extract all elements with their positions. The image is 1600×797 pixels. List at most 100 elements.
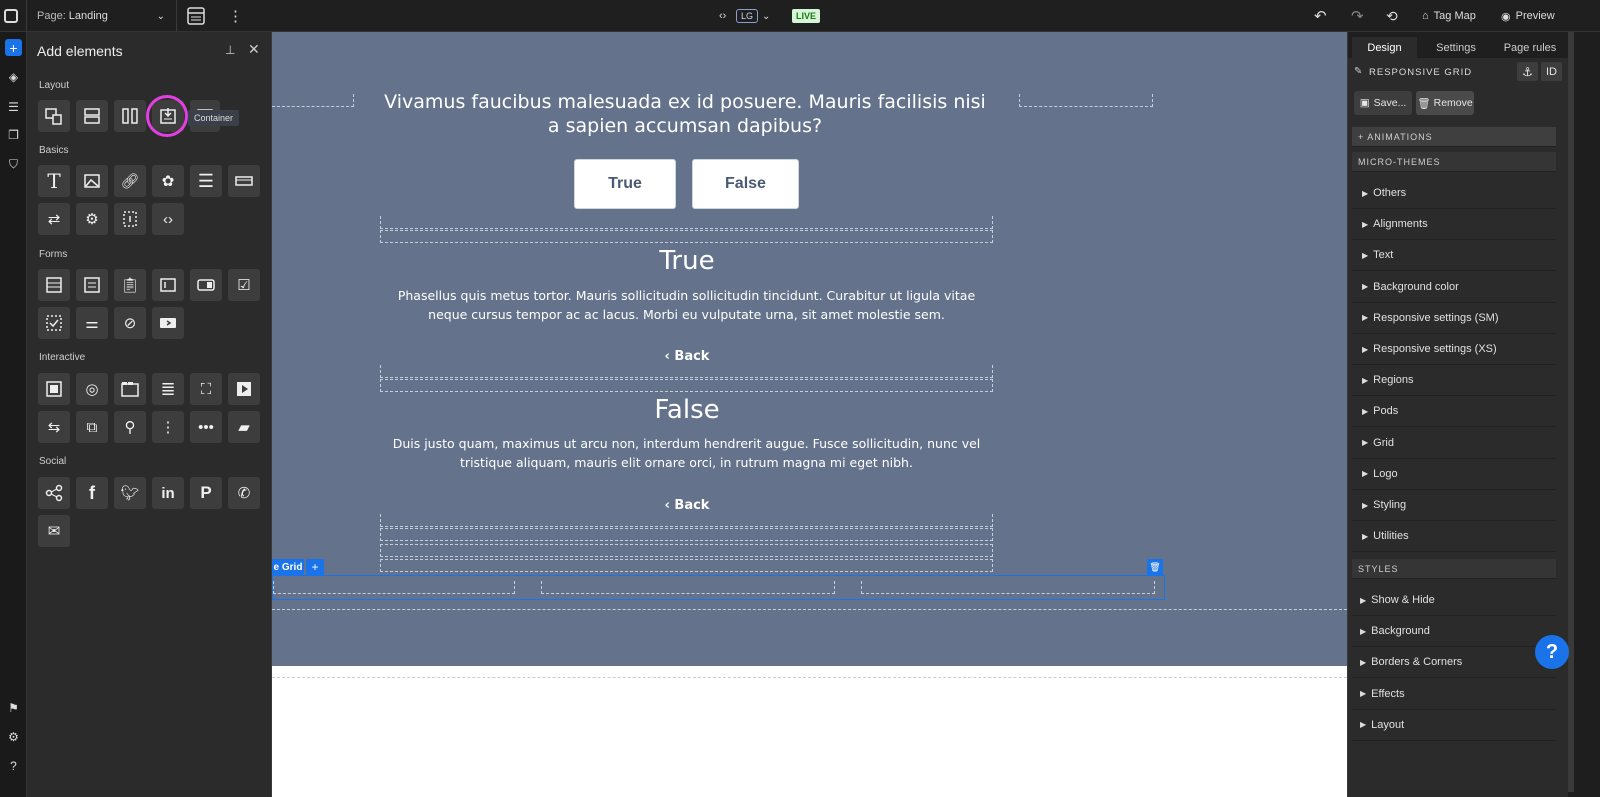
tab-page-rules[interactable]: Page rules bbox=[1494, 37, 1566, 59]
email-icon[interactable]: ✉ bbox=[38, 515, 70, 547]
tag-map-button[interactable]: ⌂ Tag Map bbox=[1422, 0, 1476, 32]
micro-theme-item[interactable]: ▶ Background color bbox=[1352, 272, 1556, 303]
save-button[interactable]: ▣ Save... bbox=[1354, 91, 1412, 115]
checklist-icon[interactable]: ☑ bbox=[228, 269, 260, 301]
style-item[interactable]: ▶ Borders & Corners bbox=[1352, 647, 1556, 679]
layout-icon[interactable] bbox=[187, 0, 205, 32]
micro-theme-item[interactable]: ▶ Grid bbox=[1352, 428, 1556, 459]
code-icon[interactable]: ‹› bbox=[152, 203, 184, 235]
add-grid-button[interactable]: + bbox=[306, 559, 324, 575]
preview-button[interactable]: ◉ Preview bbox=[1501, 0, 1555, 32]
facebook-icon[interactable]: f bbox=[76, 477, 108, 509]
slider-element-icon[interactable]: ⛶ bbox=[190, 373, 222, 405]
divider-icon[interactable] bbox=[228, 165, 260, 197]
micro-theme-item[interactable]: ▶ Logo bbox=[1352, 459, 1556, 490]
history-icon[interactable]: ⟲ bbox=[1386, 0, 1398, 32]
pin-marker-icon[interactable]: ⚲ bbox=[114, 411, 146, 443]
style-item[interactable]: ▶ Background bbox=[1352, 616, 1556, 648]
scrollbar[interactable] bbox=[1568, 32, 1574, 792]
accordion-icon[interactable]: ≣ bbox=[152, 373, 184, 405]
style-item[interactable]: ▶ Layout bbox=[1352, 710, 1556, 741]
pinterest-icon[interactable]: P bbox=[190, 477, 222, 509]
store-icon[interactable]: ⛉ bbox=[5, 156, 22, 173]
back-link-1[interactable]: ‹ Back bbox=[652, 349, 722, 364]
grid-label-tag[interactable]: e Grid bbox=[272, 559, 304, 575]
whatsapp-icon[interactable]: ✆ bbox=[228, 477, 260, 509]
more-vertical-icon[interactable]: ⋮ bbox=[228, 0, 243, 32]
sliders-icon[interactable]: ⚌ bbox=[76, 307, 108, 339]
widget-icon[interactable]: ⚙ bbox=[76, 203, 108, 235]
checkbox-icon[interactable] bbox=[38, 307, 70, 339]
micro-theme-item[interactable]: ▶ Alignments bbox=[1352, 209, 1556, 241]
input-field-icon[interactable] bbox=[152, 269, 184, 301]
style-item[interactable]: ▶ Show & Hide bbox=[1352, 585, 1556, 616]
close-icon[interactable]: ✕ bbox=[248, 41, 260, 58]
animations-header[interactable]: + ANIMATIONS bbox=[1352, 127, 1556, 147]
toggle-field-icon[interactable] bbox=[190, 269, 222, 301]
tabs-icon[interactable] bbox=[114, 373, 146, 405]
swap-icon[interactable]: ⇆ bbox=[38, 411, 70, 443]
sections-icon[interactable]: ☰ bbox=[5, 98, 22, 115]
micro-theme-label: Background color bbox=[1373, 280, 1459, 293]
style-item[interactable]: ▶ Effects bbox=[1352, 679, 1556, 710]
micro-theme-item[interactable]: ▶ Responsive settings (XS) bbox=[1352, 334, 1556, 365]
false-button[interactable]: False bbox=[692, 159, 799, 209]
placeholder-icon[interactable] bbox=[114, 203, 146, 235]
breakpoint-selector[interactable]: LG ⌄ bbox=[736, 0, 770, 32]
true-button[interactable]: True bbox=[574, 159, 676, 209]
micro-theme-item[interactable]: ▶ Styling bbox=[1352, 490, 1556, 521]
hidden-field-icon[interactable]: ⊘ bbox=[114, 307, 146, 339]
share-icon[interactable] bbox=[38, 477, 70, 509]
back-link-2[interactable]: ‹ Back bbox=[652, 498, 722, 513]
stack-icon[interactable]: ▰ bbox=[228, 411, 260, 443]
link-icon[interactable]: 🔗︎ bbox=[114, 165, 146, 197]
id-button[interactable]: ID bbox=[1541, 62, 1562, 81]
embed-icon[interactable]: ⇄ bbox=[38, 203, 70, 235]
add-elements-icon[interactable]: + bbox=[5, 39, 22, 56]
linkedin-icon[interactable]: in bbox=[152, 477, 184, 509]
micro-theme-item[interactable]: ▶ Pods bbox=[1352, 396, 1556, 428]
trash-icon[interactable]: 🗑︎ bbox=[1147, 559, 1163, 575]
layers-icon[interactable]: ◈ bbox=[5, 68, 22, 85]
pin-icon[interactable]: ⊥ bbox=[225, 43, 235, 57]
pages-icon[interactable]: ❐ bbox=[5, 126, 22, 143]
lightbox-icon[interactable] bbox=[38, 373, 70, 405]
micro-theme-item[interactable]: ▶ Regions bbox=[1352, 365, 1556, 397]
micro-theme-item[interactable]: ▶ Responsive settings (SM) bbox=[1352, 303, 1556, 334]
responsive-grid-selected[interactable] bbox=[272, 575, 1165, 600]
icon-element-icon[interactable]: ✿ bbox=[152, 165, 184, 197]
micro-theme-item[interactable]: ▶ Utilities bbox=[1352, 521, 1556, 553]
rows-element[interactable] bbox=[76, 100, 108, 132]
page-selector[interactable]: Page: Landing ⌄ bbox=[37, 0, 167, 32]
submit-button-icon[interactable] bbox=[152, 307, 184, 339]
app-logo[interactable] bbox=[4, 0, 18, 32]
responsive-grid-element[interactable] bbox=[38, 100, 70, 132]
settings-icon[interactable]: ⚙ bbox=[5, 728, 22, 745]
form-fields-icon[interactable] bbox=[76, 269, 108, 301]
twitter-icon[interactable]: 🐦︎ bbox=[114, 477, 146, 509]
text-icon[interactable]: T bbox=[38, 165, 70, 197]
modal-icon[interactable]: ⧉ bbox=[76, 411, 108, 443]
undo-icon[interactable]: ↶ bbox=[1314, 0, 1327, 32]
highlight-ring bbox=[146, 95, 188, 137]
anchor-icon[interactable]: ⚓︎ bbox=[1517, 62, 1538, 81]
tab-settings[interactable]: Settings bbox=[1420, 37, 1492, 59]
clipboard-icon[interactable]: 📋︎ bbox=[114, 269, 146, 301]
redo-icon[interactable]: ↷ bbox=[1351, 0, 1364, 32]
micro-theme-item[interactable]: ▶ Text bbox=[1352, 240, 1556, 272]
columns-element[interactable] bbox=[114, 100, 146, 132]
help-icon[interactable]: ? bbox=[5, 757, 22, 774]
tab-design[interactable]: Design bbox=[1352, 37, 1417, 59]
video-icon[interactable] bbox=[228, 373, 260, 405]
code-icon[interactable]: ‹› bbox=[719, 0, 726, 32]
image-icon[interactable] bbox=[76, 165, 108, 197]
flag-icon[interactable]: ⚑ bbox=[5, 699, 22, 716]
vertical-dots-icon[interactable]: ⋮ bbox=[152, 411, 184, 443]
list-icon[interactable]: ☰ bbox=[190, 165, 222, 197]
horizontal-dots-icon[interactable]: ••• bbox=[190, 411, 222, 443]
help-button[interactable]: ? bbox=[1535, 635, 1569, 669]
form-icon[interactable] bbox=[38, 269, 70, 301]
popup-icon[interactable]: ◎ bbox=[76, 373, 108, 405]
remove-button[interactable]: 🗑︎ Remove bbox=[1416, 91, 1474, 115]
micro-theme-item[interactable]: ▶ Others bbox=[1352, 178, 1556, 209]
